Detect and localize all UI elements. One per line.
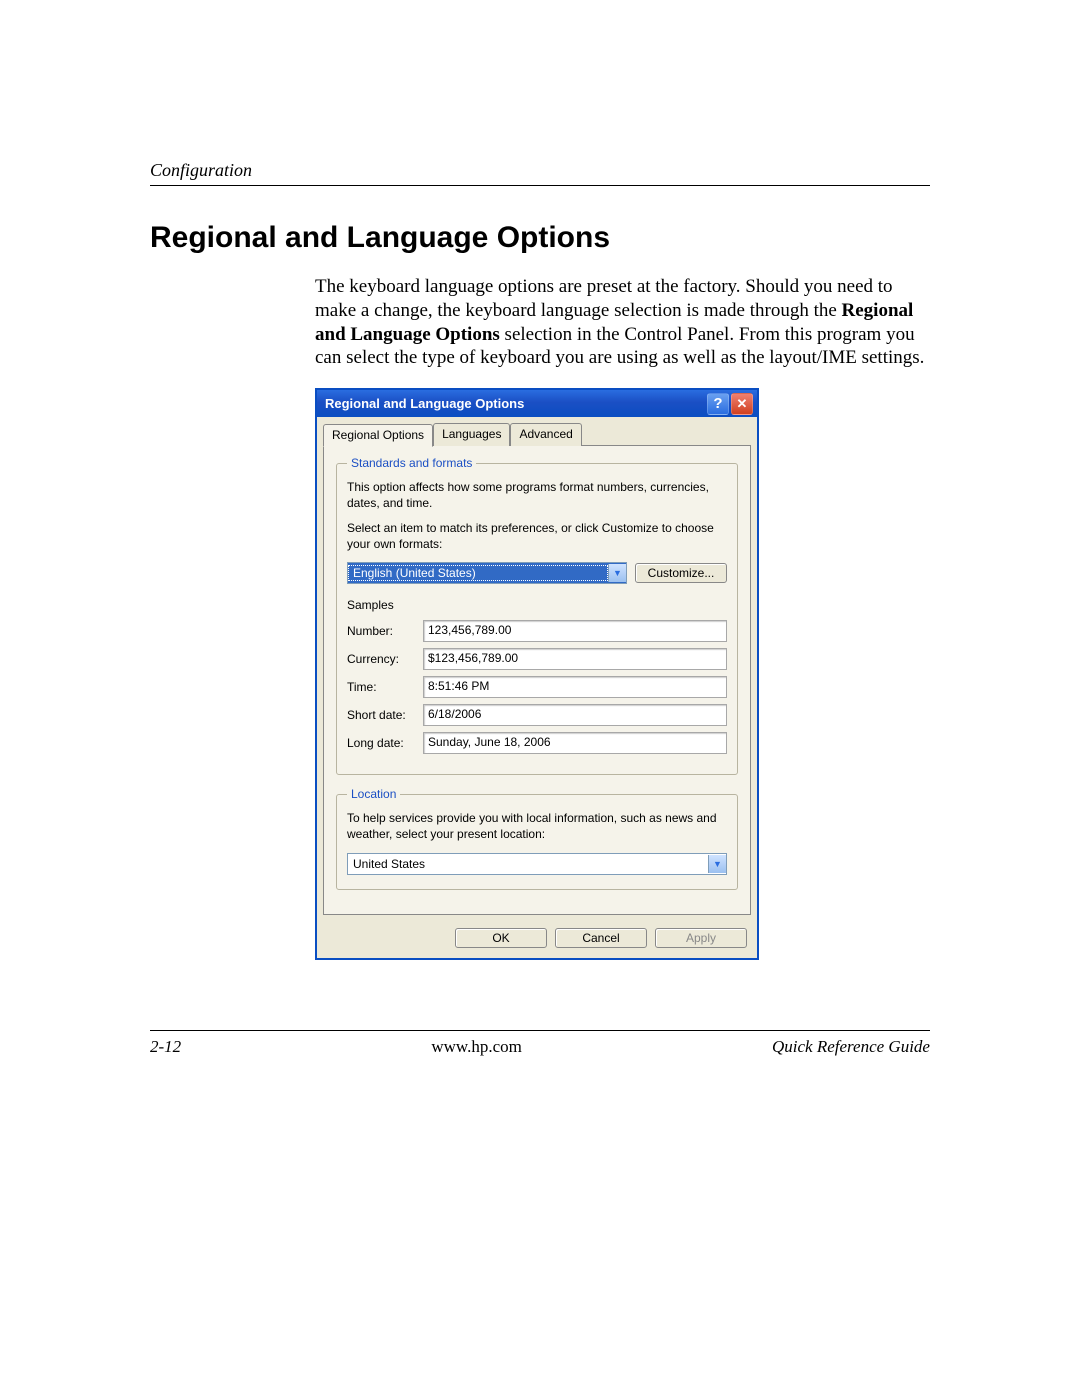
cancel-button[interactable]: Cancel [555, 928, 647, 948]
section-title: Regional and Language Options [150, 221, 930, 255]
page-number: 2-12 [150, 1037, 181, 1057]
location-legend: Location [347, 787, 400, 801]
apply-button: Apply [655, 928, 747, 948]
location-combobox[interactable]: United States ▼ [347, 853, 727, 875]
dialog-title: Regional and Language Options [325, 396, 524, 411]
page-footer: 2-12 www.hp.com Quick Reference Guide [150, 1030, 930, 1057]
number-label: Number: [347, 624, 423, 638]
sample-row-shortdate: Short date: 6/18/2006 [347, 704, 727, 726]
close-icon[interactable]: ✕ [731, 393, 753, 415]
samples-label: Samples [347, 598, 727, 612]
body-text-a: The keyboard language options are preset… [315, 276, 893, 321]
body-paragraph: The keyboard language options are preset… [315, 275, 935, 370]
tab-advanced[interactable]: Advanced [510, 423, 581, 446]
dialog-button-row: OK Cancel Apply [317, 922, 757, 958]
currency-label: Currency: [347, 652, 423, 666]
standards-desc: This option affects how some programs fo… [347, 480, 727, 511]
ok-button[interactable]: OK [455, 928, 547, 948]
location-group: Location To help services provide you wi… [336, 787, 738, 889]
longdate-label: Long date: [347, 736, 423, 750]
sample-row-number: Number: 123,456,789.00 [347, 620, 727, 642]
tab-row: Regional Options Languages Advanced [323, 423, 757, 446]
format-combobox[interactable]: English (United States) ▼ [347, 562, 627, 584]
format-selected: English (United States) [348, 565, 608, 581]
titlebar[interactable]: Regional and Language Options ? ✕ [317, 390, 757, 417]
shortdate-value: 6/18/2006 [423, 704, 727, 726]
location-selected: United States [348, 856, 708, 872]
tab-regional-options[interactable]: Regional Options [323, 424, 433, 447]
time-label: Time: [347, 680, 423, 694]
page-header: Configuration [150, 160, 930, 186]
sample-row-longdate: Long date: Sunday, June 18, 2006 [347, 732, 727, 754]
standards-instruction: Select an item to match its preferences,… [347, 521, 727, 552]
longdate-value: Sunday, June 18, 2006 [423, 732, 727, 754]
shortdate-label: Short date: [347, 708, 423, 722]
chapter-name: Configuration [150, 160, 252, 180]
customize-button[interactable]: Customize... [635, 563, 727, 583]
chevron-down-icon[interactable]: ▼ [708, 855, 726, 873]
chevron-down-icon[interactable]: ▼ [608, 564, 626, 582]
sample-row-time: Time: 8:51:46 PM [347, 676, 727, 698]
currency-value: $123,456,789.00 [423, 648, 727, 670]
standards-group: Standards and formats This option affect… [336, 456, 738, 775]
tab-languages[interactable]: Languages [433, 423, 510, 446]
time-value: 8:51:46 PM [423, 676, 727, 698]
sample-row-currency: Currency: $123,456,789.00 [347, 648, 727, 670]
number-value: 123,456,789.00 [423, 620, 727, 642]
dialog-window: Regional and Language Options ? ✕ Region… [315, 388, 759, 960]
guide-name: Quick Reference Guide [772, 1037, 930, 1057]
location-desc: To help services provide you with local … [347, 811, 727, 842]
help-icon[interactable]: ? [707, 393, 729, 415]
footer-url: www.hp.com [431, 1037, 522, 1057]
standards-legend: Standards and formats [347, 456, 476, 470]
tab-panel: Standards and formats This option affect… [323, 445, 751, 915]
